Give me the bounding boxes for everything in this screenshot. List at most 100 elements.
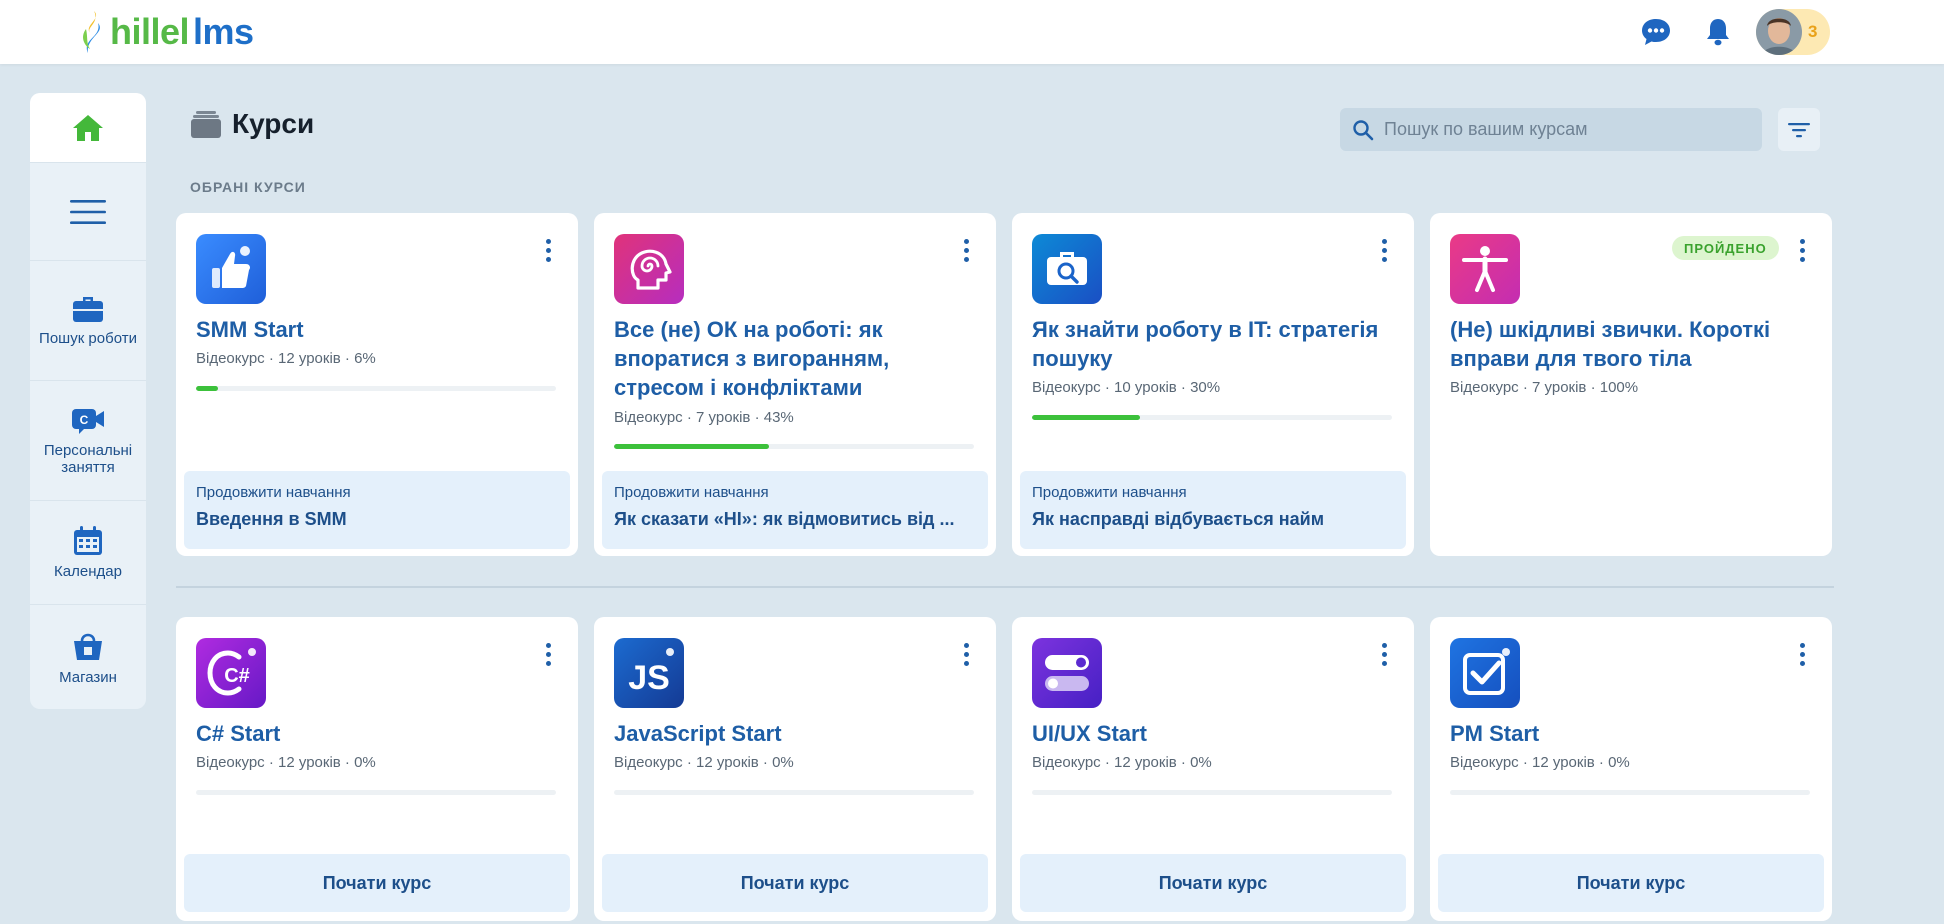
course-card-healthy-habits[interactable]: ПРОЙДЕНО (Не) шкідливі звички. Короткі в… — [1430, 213, 1832, 556]
start-course-button[interactable]: Почати курс — [184, 854, 570, 912]
card-menu-button[interactable] — [1372, 235, 1396, 265]
bell-icon — [1707, 19, 1729, 46]
continue-lesson-title: Як сказати «НІ»: як відмовитись від ... — [614, 509, 955, 529]
course-title[interactable]: Як знайти роботу в IT: стратегія пошуку — [1032, 315, 1392, 373]
continue-label: Продовжити навчання — [196, 484, 351, 501]
sidebar-item-job-search[interactable]: Пошук роботи — [30, 261, 146, 381]
section-divider — [176, 586, 1834, 588]
course-progress-bar — [1032, 790, 1392, 795]
continue-learning-button[interactable]: Продовжити навчання Введення в SMM — [184, 471, 570, 549]
course-meta: Відеокурс · 12 уроків · 6% — [196, 350, 376, 367]
javascript-icon: JS — [614, 638, 684, 708]
course-meta: Відеокурс · 12 уроків · 0% — [1032, 754, 1212, 771]
csharp-icon: C# — [196, 638, 266, 708]
card-menu-button[interactable] — [536, 639, 560, 669]
logo-text-hillel: hillel — [110, 11, 190, 52]
continue-label: Продовжити навчання — [1032, 484, 1187, 501]
course-title[interactable]: Все (не) ОК на роботі: як впоратися з ви… — [614, 315, 974, 402]
course-title[interactable]: PM Start — [1450, 719, 1810, 748]
briefcase-icon — [73, 297, 103, 322]
sidebar-item-personal-lessons[interactable]: C Персональні заняття — [30, 381, 146, 501]
course-title[interactable]: UI/UX Start — [1032, 719, 1392, 748]
card-menu-button[interactable] — [1790, 235, 1814, 265]
video-lesson-icon: C — [72, 408, 104, 434]
page-title: Курси — [190, 108, 314, 140]
toggle-switch-icon — [1032, 638, 1102, 708]
home-icon — [73, 114, 103, 141]
card-menu-button[interactable] — [954, 639, 978, 669]
sidebar-item-home[interactable] — [30, 93, 146, 163]
top-header: hillel lms 3 — [0, 0, 1944, 64]
course-title[interactable]: (Не) шкідливі звички. Короткі вправи для… — [1450, 315, 1810, 373]
sidebar-item-calendar[interactable]: Календар — [30, 501, 146, 605]
course-meta: Відеокурс · 7 уроків · 43% — [614, 409, 794, 426]
sidebar-item-label: Магазин — [59, 668, 117, 686]
svg-text:JS: JS — [628, 659, 670, 697]
course-title[interactable]: JavaScript Start — [614, 719, 974, 748]
page-title-text: Курси — [232, 108, 315, 139]
flame-logo-icon — [83, 11, 100, 53]
course-card-smm-start[interactable]: SMM Start Відеокурс · 12 уроків · 6% Про… — [176, 213, 578, 556]
continue-learning-button[interactable]: Продовжити навчання Як сказати «НІ»: як … — [602, 471, 988, 549]
start-course-button[interactable]: Почати курс — [1438, 854, 1824, 912]
chat-button[interactable] — [1638, 14, 1674, 50]
search-input[interactable] — [1384, 119, 1744, 140]
notifications-button[interactable] — [1700, 14, 1736, 50]
card-menu-button[interactable] — [1372, 639, 1396, 669]
sidebar: Пошук роботи C Персональні заняття Кален… — [30, 93, 146, 709]
search-icon — [1353, 119, 1374, 140]
filter-button[interactable] — [1778, 108, 1820, 151]
sidebar-item-label: Персональні заняття — [43, 441, 133, 476]
briefcase-search-icon — [1032, 234, 1102, 304]
course-progress-bar — [196, 790, 556, 795]
course-card-csharp-start[interactable]: C# C# Start Відеокурс · 12 уроків · 0% П… — [176, 617, 578, 921]
continue-lesson-title: Введення в SMM — [196, 509, 347, 529]
sidebar-item-shop[interactable]: Магазин — [30, 605, 146, 709]
continue-lesson-title: Як насправді відбувається найм — [1032, 509, 1325, 529]
course-meta: Відеокурс · 10 уроків · 30% — [1032, 379, 1221, 396]
start-course-button[interactable]: Почати курс — [602, 854, 988, 912]
course-card-find-it-job[interactable]: Як знайти роботу в IT: стратегія пошуку … — [1012, 213, 1414, 556]
continue-label: Продовжити навчання — [614, 484, 769, 501]
course-progress-bar — [1450, 790, 1810, 795]
course-progress-bar — [614, 444, 974, 449]
card-menu-button[interactable] — [954, 235, 978, 265]
sidebar-item-label: Календар — [54, 563, 122, 580]
courses-stack-icon — [191, 111, 221, 138]
stretching-person-icon — [1450, 234, 1520, 304]
continue-learning-button[interactable]: Продовжити навчання Як насправді відбува… — [1020, 471, 1406, 549]
course-progress-bar — [614, 790, 974, 795]
course-meta: Відеокурс · 12 уроків · 0% — [1450, 754, 1630, 771]
logo-text-lms: lms — [193, 11, 254, 52]
notification-count-badge: 3 — [1808, 22, 1818, 41]
card-menu-button[interactable] — [536, 235, 560, 265]
course-card-burnout[interactable]: Все (не) ОК на роботі: як впоратися з ви… — [594, 213, 996, 556]
chat-bubble-icon — [1642, 19, 1670, 45]
sidebar-item-label: Пошук роботи — [39, 330, 137, 347]
calendar-icon — [74, 526, 102, 555]
menu-icon — [70, 199, 106, 224]
section-label-favorites: ОБРАНІ КУРСИ — [190, 179, 306, 195]
course-card-pm-start[interactable]: PM Start Відеокурс · 12 уроків · 0% Поча… — [1430, 617, 1832, 921]
card-menu-button[interactable] — [1790, 639, 1814, 669]
course-progress-bar — [196, 386, 556, 391]
head-spiral-icon — [614, 234, 684, 304]
course-card-uiux-start[interactable]: UI/UX Start Відеокурс · 12 уроків · 0% П… — [1012, 617, 1414, 921]
avatar — [1756, 9, 1802, 55]
user-profile-button[interactable]: 3 — [1756, 9, 1830, 55]
course-title[interactable]: SMM Start — [196, 315, 556, 344]
thumbs-up-icon — [196, 234, 266, 304]
course-card-javascript-start[interactable]: JS JavaScript Start Відеокурс · 12 урокі… — [594, 617, 996, 921]
course-search — [1340, 108, 1762, 151]
start-course-button[interactable]: Почати курс — [1020, 854, 1406, 912]
completed-badge: ПРОЙДЕНО — [1672, 236, 1779, 260]
course-title[interactable]: C# Start — [196, 719, 556, 748]
course-progress-bar — [1032, 415, 1392, 420]
filter-icon — [1788, 122, 1810, 137]
hillel-lms-logo[interactable]: hillel lms — [80, 7, 254, 57]
svg-text:C: C — [80, 413, 89, 427]
checkbox-icon — [1450, 638, 1520, 708]
sidebar-item-menu[interactable] — [30, 163, 146, 261]
course-meta: Відеокурс · 7 уроків · 100% — [1450, 379, 1639, 396]
svg-text:C#: C# — [224, 665, 250, 687]
